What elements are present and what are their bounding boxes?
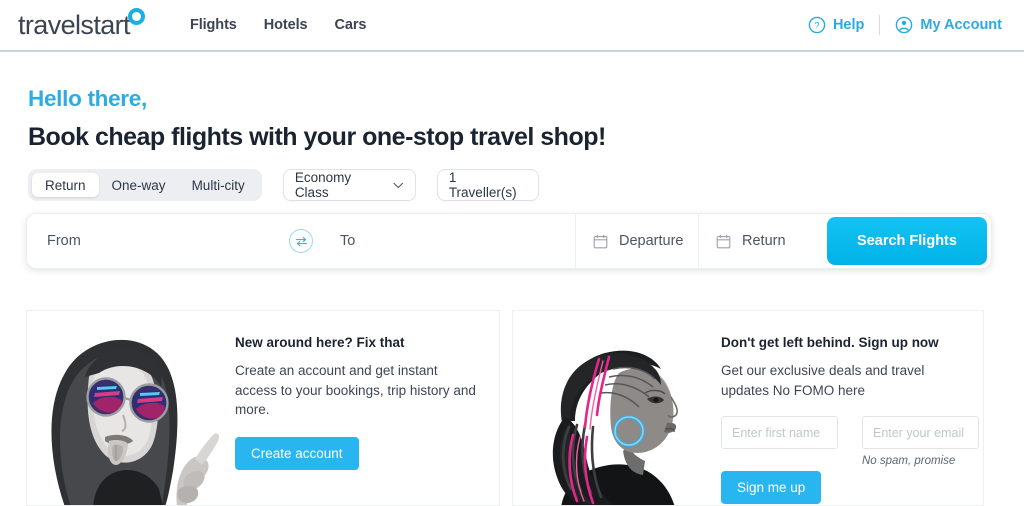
svg-text:?: ? bbox=[814, 21, 819, 31]
origin-input[interactable]: From bbox=[27, 213, 289, 269]
page-root: travelstart Flights Hotels Cars ? Help M… bbox=[0, 0, 1024, 506]
first-name-field[interactable] bbox=[721, 416, 838, 450]
return-placeholder: Return bbox=[742, 233, 786, 249]
newsletter-fields bbox=[721, 416, 979, 450]
create-account-card: New around here? Fix that Create an acco… bbox=[26, 310, 500, 506]
create-account-body: New around here? Fix that Create an acco… bbox=[223, 311, 499, 505]
woman-sunglasses-photo bbox=[27, 311, 223, 505]
flight-search-bar: From To Departure Return Search Flights bbox=[26, 213, 992, 269]
my-account-link[interactable]: My Account bbox=[895, 16, 1002, 34]
create-account-button[interactable]: Create account bbox=[235, 436, 359, 470]
cabin-class-value: Economy Class bbox=[294, 170, 352, 200]
calendar-icon bbox=[593, 234, 608, 248]
tab-return[interactable]: Return bbox=[32, 173, 99, 197]
chevron-down-icon bbox=[393, 182, 404, 188]
woman-braids-photo bbox=[513, 311, 709, 505]
newsletter-title: Don't get left behind. Sign up now bbox=[721, 335, 939, 350]
my-account-label: My Account bbox=[920, 17, 1002, 33]
calendar-icon bbox=[716, 234, 731, 248]
travellers-select[interactable]: 1 Traveller(s) bbox=[436, 169, 539, 201]
chevron-down-icon bbox=[525, 184, 527, 186]
destination-input[interactable]: To bbox=[313, 213, 575, 269]
nav-item-flights[interactable]: Flights bbox=[190, 17, 237, 33]
greeting-text: Hello there, bbox=[28, 86, 147, 111]
sign-me-up-button[interactable]: Sign me up bbox=[721, 471, 822, 505]
hero-section: Hello there, Book cheap flights with you… bbox=[0, 52, 1024, 152]
nav-item-cars[interactable]: Cars bbox=[334, 17, 366, 33]
promo-cards: New around here? Fix that Create an acco… bbox=[26, 310, 984, 506]
swap-arrows-icon bbox=[295, 236, 307, 246]
header-divider bbox=[879, 15, 881, 35]
departure-placeholder: Departure bbox=[619, 233, 684, 249]
search-flights-button[interactable]: Search Flights bbox=[827, 217, 987, 265]
departure-date-input[interactable]: Departure bbox=[576, 213, 698, 269]
page-title: Book cheap flights with your one-stop tr… bbox=[28, 123, 606, 151]
newsletter-body: Don't get left behind. Sign up now Get o… bbox=[709, 311, 983, 505]
newsletter-text: Get our exclusive deals and travel updat… bbox=[721, 363, 925, 398]
cabin-class-select[interactable]: Economy Class bbox=[282, 169, 416, 201]
site-header: travelstart Flights Hotels Cars ? Help M… bbox=[0, 0, 1024, 52]
header-actions: ? Help My Account bbox=[808, 15, 1002, 35]
no-spam-note: No spam, promise bbox=[862, 455, 956, 468]
logo-text: travelstart bbox=[18, 9, 131, 40]
origin-placeholder: From bbox=[47, 233, 81, 249]
trip-type-tabs: Return One-way Multi-city bbox=[28, 169, 262, 201]
search-options-row: Return One-way Multi-city Economy Class … bbox=[28, 169, 539, 201]
nav-item-hotels[interactable]: Hotels bbox=[264, 17, 308, 33]
logo-ring-icon bbox=[127, 7, 145, 25]
email-field[interactable] bbox=[862, 416, 979, 450]
tab-one-way[interactable]: One-way bbox=[99, 173, 179, 197]
create-account-text: Create an account and get instant access… bbox=[235, 363, 476, 418]
swap-airports-button[interactable] bbox=[289, 229, 313, 253]
create-account-title: New around here? Fix that bbox=[235, 335, 405, 350]
help-link[interactable]: ? Help bbox=[808, 16, 864, 34]
travellers-value: 1 Traveller(s) bbox=[448, 170, 517, 200]
help-circle-icon: ? bbox=[808, 16, 826, 34]
brand-logo[interactable]: travelstart bbox=[18, 7, 145, 40]
help-label: Help bbox=[832, 17, 865, 33]
user-circle-icon bbox=[896, 16, 913, 34]
main-nav: Flights Hotels Cars bbox=[190, 17, 366, 33]
destination-placeholder: To bbox=[340, 233, 356, 249]
newsletter-signup-card: Don't get left behind. Sign up now Get o… bbox=[512, 310, 984, 506]
return-date-input[interactable]: Return bbox=[699, 213, 819, 269]
tab-multi-city[interactable]: Multi-city bbox=[179, 173, 258, 197]
